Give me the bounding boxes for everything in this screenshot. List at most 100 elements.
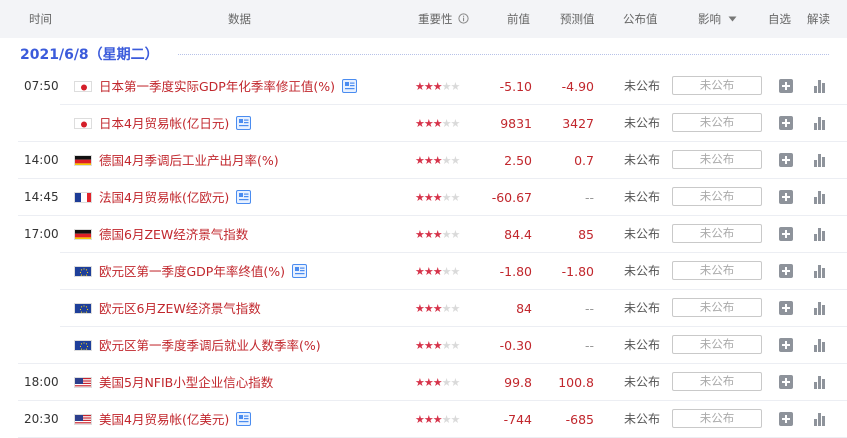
flag-eu-icon xyxy=(74,340,92,351)
impact-box[interactable]: 未公布 xyxy=(672,372,762,391)
impact-box[interactable]: 未公布 xyxy=(672,76,762,95)
published-value: 未公布 xyxy=(624,153,661,167)
impact-box[interactable]: 未公布 xyxy=(672,224,762,243)
event-title-link[interactable]: 欧元区第一季度GDP年率终值(%) xyxy=(99,253,307,290)
published-value: 未公布 xyxy=(624,301,661,315)
add-watchlist-plus-icon[interactable] xyxy=(779,79,793,93)
bar-chart-icon[interactable] xyxy=(813,338,827,352)
published-value: 未公布 xyxy=(624,338,661,352)
previous-value: 9831 xyxy=(500,116,532,131)
event-title-link[interactable]: 法国4月贸易帐(亿欧元) xyxy=(99,179,252,216)
impact-box[interactable]: 未公布 xyxy=(672,261,762,280)
interpretation-doc-icon[interactable] xyxy=(236,181,252,204)
published-value: 未公布 xyxy=(624,227,661,241)
impact-box[interactable]: 未公布 xyxy=(672,409,762,428)
header-time: 时间 xyxy=(29,12,52,26)
impact-box[interactable]: 未公布 xyxy=(672,335,762,354)
forecast-value: 3427 xyxy=(562,116,594,131)
event-title-link[interactable]: 欧元区第一季度季调后就业人数季率(%) xyxy=(99,327,321,364)
importance-stars: ★★★★★ xyxy=(415,265,460,278)
header-impact-label: 影响 xyxy=(698,12,721,26)
header-data: 数据 xyxy=(228,12,251,26)
add-watchlist-plus-icon[interactable] xyxy=(779,338,793,352)
bar-chart-icon[interactable] xyxy=(813,227,827,241)
published-value: 未公布 xyxy=(624,79,661,93)
event-title-link[interactable]: 美国4月贸易帐(亿美元) xyxy=(99,401,252,438)
impact-box[interactable]: 未公布 xyxy=(672,298,762,317)
previous-value: -744 xyxy=(503,412,532,427)
interpretation-doc-icon[interactable] xyxy=(236,403,252,426)
bar-chart-icon[interactable] xyxy=(813,153,827,167)
table-header: 时间 数据 重要性 前值 预测值 公布值 影响 自选 解读 xyxy=(0,0,847,38)
event-title: 欧元区第一季度GDP年率终值(%) xyxy=(99,264,285,279)
event-row: 18:00 美国5月NFIB小型企业信心指数 ★★★★★ 99.8 100.8 未公布 未公… xyxy=(0,364,847,401)
event-row: 17:00 德国6月ZEW经济景气指数 ★★★★★ 84.4 85 未公布 未公布 xyxy=(0,216,847,253)
bar-chart-icon[interactable] xyxy=(813,116,827,130)
forecast-value: -- xyxy=(584,190,594,205)
bar-chart-icon[interactable] xyxy=(813,79,827,93)
event-title-link[interactable]: 欧元区6月ZEW经济景气指数 xyxy=(99,290,261,327)
header-watchlist: 自选 xyxy=(768,12,791,26)
header-importance-label: 重要性 xyxy=(418,12,453,26)
event-title: 美国4月贸易帐(亿美元) xyxy=(99,412,230,427)
event-title: 法国4月贸易帐(亿欧元) xyxy=(99,190,230,205)
add-watchlist-plus-icon[interactable] xyxy=(779,412,793,426)
event-time: 17:00 xyxy=(24,227,59,241)
previous-value: 84.4 xyxy=(504,227,532,242)
flag-de-icon xyxy=(74,229,92,240)
interpretation-doc-icon[interactable] xyxy=(236,107,252,130)
bar-chart-icon[interactable] xyxy=(813,375,827,389)
published-value: 未公布 xyxy=(624,264,661,278)
forecast-value: 0.7 xyxy=(574,153,594,168)
event-title-link[interactable]: 日本第一季度实际GDP年化季率修正值(%) xyxy=(99,68,357,105)
add-watchlist-plus-icon[interactable] xyxy=(779,264,793,278)
bar-chart-icon[interactable] xyxy=(813,412,827,426)
add-watchlist-plus-icon[interactable] xyxy=(779,375,793,389)
event-title-link[interactable]: 德国6月ZEW经济景气指数 xyxy=(99,216,248,253)
interpretation-doc-icon[interactable] xyxy=(291,255,307,278)
forecast-value: -4.90 xyxy=(561,79,594,94)
previous-value: -60.67 xyxy=(491,190,532,205)
forecast-value: -1.80 xyxy=(561,264,594,279)
header-impact[interactable]: 影响 xyxy=(698,0,737,38)
header-importance[interactable]: 重要性 xyxy=(418,0,469,38)
header-previous: 前值 xyxy=(507,12,530,26)
flag-us-icon xyxy=(74,414,92,425)
event-time: 18:00 xyxy=(24,375,59,389)
event-row: 欧元区第一季度季调后就业人数季率(%) ★★★★★ -0.30 -- 未公布 未公布 xyxy=(0,327,847,364)
previous-value: -1.80 xyxy=(499,264,532,279)
impact-box[interactable]: 未公布 xyxy=(672,113,762,132)
event-row: 14:45 法国4月贸易帐(亿欧元) ★★★★★ -60.67 -- 未公布 未公布 xyxy=(0,179,847,216)
event-title: 德国6月ZEW经济景气指数 xyxy=(99,227,249,242)
importance-stars: ★★★★★ xyxy=(415,117,460,130)
info-circle-icon[interactable] xyxy=(458,13,469,24)
forecast-value: -685 xyxy=(565,412,594,427)
bar-chart-icon[interactable] xyxy=(813,264,827,278)
previous-value: -5.10 xyxy=(499,79,532,94)
date-divider xyxy=(178,54,829,55)
published-value: 未公布 xyxy=(624,116,661,130)
previous-value: -0.30 xyxy=(499,338,532,353)
impact-box[interactable]: 未公布 xyxy=(672,187,762,206)
flag-eu-icon xyxy=(74,266,92,277)
event-row: 欧元区第一季度GDP年率终值(%) ★★★★★ -1.80 -1.80 未公布 未公布 xyxy=(0,253,847,290)
interpretation-doc-icon[interactable] xyxy=(341,70,357,93)
impact-box[interactable]: 未公布 xyxy=(672,150,762,169)
previous-value: 84 xyxy=(516,301,532,316)
add-watchlist-plus-icon[interactable] xyxy=(779,227,793,241)
event-title-link[interactable]: 日本4月贸易帐(亿日元) xyxy=(99,105,252,142)
event-row: 20:30 美国4月贸易帐(亿美元) ★★★★★ -744 -685 未公布 未公布 xyxy=(0,401,847,438)
event-time: 20:30 xyxy=(24,412,59,426)
flag-eu-icon xyxy=(74,303,92,314)
add-watchlist-plus-icon[interactable] xyxy=(779,153,793,167)
add-watchlist-plus-icon[interactable] xyxy=(779,301,793,315)
add-watchlist-plus-icon[interactable] xyxy=(779,116,793,130)
add-watchlist-plus-icon[interactable] xyxy=(779,190,793,204)
event-title-link[interactable]: 德国4月季调后工业产出月率(%) xyxy=(99,142,279,179)
header-interpretation: 解读 xyxy=(807,12,830,26)
event-title: 日本4月贸易帐(亿日元) xyxy=(99,116,230,131)
event-title-link[interactable]: 美国5月NFIB小型企业信心指数 xyxy=(99,364,273,401)
bar-chart-icon[interactable] xyxy=(813,190,827,204)
header-forecast: 预测值 xyxy=(560,12,595,26)
bar-chart-icon[interactable] xyxy=(813,301,827,315)
